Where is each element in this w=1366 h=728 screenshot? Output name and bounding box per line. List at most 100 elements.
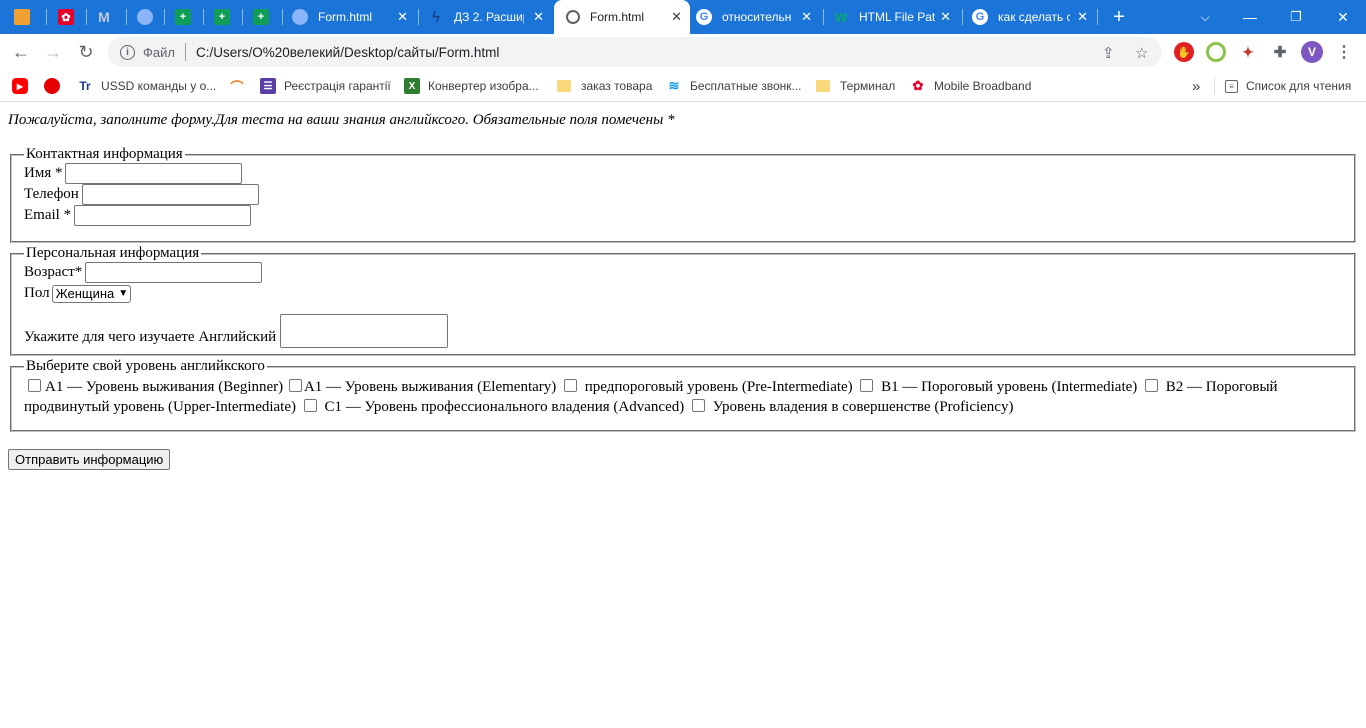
reading-list-label: Список для чтения — [1246, 79, 1352, 93]
page-content: Пожалуйста, заполните форму.Для теста на… — [0, 103, 1366, 728]
close-icon[interactable]: ✕ — [1077, 9, 1088, 25]
close-icon[interactable]: ✕ — [397, 9, 408, 25]
lightning-favicon-icon: ϟ — [432, 8, 440, 26]
bookmark-warranty[interactable]: ☰ Реєстрація гарантії — [260, 76, 391, 96]
plus-green-favicon-icon: + — [214, 9, 230, 25]
youtube-icon: ▶ — [12, 78, 28, 94]
close-icon[interactable]: ✕ — [940, 9, 951, 25]
level-checkbox[interactable] — [1145, 379, 1159, 392]
google-favicon-icon: G — [972, 9, 988, 25]
gmail-favicon-icon: M — [98, 9, 110, 25]
x-converter-icon: X — [404, 78, 420, 94]
tab-w3schools[interactable]: W HTML File Pat ✕ — [833, 0, 959, 34]
reading-list[interactable]: ≡ Список для чтения — [1225, 76, 1351, 96]
level-checkbox[interactable] — [303, 399, 317, 412]
name-input[interactable] — [65, 163, 243, 184]
name-row: Имя * — [24, 163, 1342, 184]
level-checkbox[interactable] — [288, 379, 302, 392]
bookmark-mobile-broadband[interactable]: ✿ Mobile Broadband — [910, 76, 1032, 96]
purpose-textarea[interactable] — [280, 314, 449, 348]
age-label: Возраст* — [24, 264, 83, 280]
star-icon[interactable]: ☆ — [1135, 44, 1148, 62]
google-favicon-icon: G — [696, 9, 712, 25]
submit-button[interactable]: Отправить информацию — [8, 449, 171, 470]
level-checkbox[interactable] — [28, 379, 41, 392]
bookmark-ussd[interactable]: Tr USSD команды у о... — [77, 76, 216, 96]
adblock-extension-icon[interactable]: ✋ — [1174, 42, 1194, 62]
profile-avatar[interactable]: V — [1301, 41, 1323, 63]
close-icon[interactable]: ✕ — [801, 9, 812, 25]
tab-search-chevron-icon[interactable]: ⌵ — [1182, 0, 1228, 34]
bookmark-label: Mobile Broadband — [934, 79, 1032, 93]
purpose-label: Укажите для чего изучаете Английский — [24, 329, 277, 345]
tab-title: как сделать с — [998, 10, 1070, 24]
levels-fieldset: Выберите свой уровень английкского А1 — … — [10, 358, 1356, 432]
tab-pinned-6[interactable]: + — [214, 0, 244, 34]
tab-pinned-3[interactable]: M — [96, 0, 126, 34]
share-icon[interactable]: ⇪ — [1102, 44, 1115, 62]
w3schools-favicon-icon: W — [834, 9, 848, 25]
tab-form-1[interactable]: Form.html ✕ — [292, 0, 416, 34]
forward-arrow-icon[interactable]: → — [40, 39, 66, 65]
tab-google-2[interactable]: G как сделать с ✕ — [972, 0, 1096, 34]
tab-title: HTML File Pat — [859, 10, 935, 24]
email-row: Email * — [24, 205, 1342, 226]
back-arrow-icon[interactable]: ← — [8, 39, 34, 65]
bookmark-order[interactable]: заказ товара — [557, 76, 652, 96]
more-bookmarks-chevron-icon[interactable]: » — [1192, 76, 1200, 96]
tab-google-1[interactable]: G относительн ✕ — [696, 0, 820, 34]
minimize-button[interactable]: — — [1227, 0, 1273, 34]
tab-title: ДЗ 2. Расшир — [454, 10, 524, 24]
folder-icon — [557, 80, 571, 92]
restore-button[interactable]: ❐ — [1273, 0, 1319, 34]
plus-green-favicon-icon: + — [253, 9, 269, 25]
url-text[interactable]: C:/Users/O%20велекий/Desktop/сайты/Form.… — [196, 45, 499, 60]
list-icon: ☰ — [260, 78, 276, 94]
bookmark-terminal[interactable]: Терминал — [816, 76, 895, 96]
close-icon[interactable]: ✕ — [533, 9, 544, 25]
phone-label: Телефон — [24, 186, 79, 202]
level-label: В1 — Пороговый уровень (Intermediate) — [881, 379, 1138, 395]
age-input[interactable] — [85, 262, 263, 283]
email-input[interactable] — [74, 205, 252, 226]
info-icon[interactable]: i — [120, 44, 135, 60]
bookmark-label: Реєстрація гарантії — [284, 79, 391, 93]
bookmark-vodafone[interactable] — [44, 76, 68, 96]
tab-pinned-5[interactable]: + — [175, 0, 205, 34]
phone-input[interactable] — [81, 184, 259, 205]
gender-select[interactable]: Женщина ▼ — [51, 284, 132, 303]
new-tab-button[interactable]: + — [1096, 0, 1142, 34]
bookmark-label: USSD команды у о... — [101, 79, 217, 93]
level-checkbox[interactable] — [691, 399, 705, 412]
close-window-button[interactable]: ✕ — [1320, 0, 1366, 34]
reload-icon[interactable]: ↻ — [73, 39, 99, 65]
level-checkbox[interactable] — [564, 379, 578, 392]
tab-pinned-4[interactable] — [137, 0, 167, 34]
level-label: С1 — Уровень профессионального владения … — [324, 399, 685, 415]
ninja-extension-icon[interactable]: ✦ — [1238, 42, 1258, 62]
tab-title: Form.html — [590, 10, 644, 24]
extensions-puzzle-icon[interactable]: ✚ — [1270, 42, 1290, 62]
address-bar[interactable]: i Файл C:/Users/O%20велекий/Desktop/сайт… — [108, 37, 1162, 67]
tab-pinned-2[interactable]: ✿ — [58, 0, 88, 34]
tab-dz2[interactable]: ϟ ДЗ 2. Расшир ✕ — [428, 0, 552, 34]
bookmark-label: Бесплатные звонк... — [690, 79, 802, 93]
tab-form-active[interactable]: Form.html ✕ — [554, 0, 690, 34]
tab-pinned-7[interactable]: + — [253, 0, 283, 34]
contact-legend: Контактная информация — [26, 146, 183, 162]
gender-select-value: Женщина — [55, 286, 115, 301]
tab-pinned-1[interactable] — [14, 0, 44, 34]
bookmark-rainbow[interactable]: ⌒ — [229, 76, 253, 96]
email-label: Email * — [24, 207, 72, 223]
level-label: Уровень владения в совершенстве (Profici… — [712, 399, 1014, 415]
level-checkbox[interactable] — [860, 379, 874, 392]
menu-kebab-icon[interactable]: ⋮ — [1334, 42, 1354, 62]
chevron-down-icon: ▼ — [118, 288, 129, 299]
levels-list: А1 — Уровень выживания (Beginner) А1 — У… — [24, 375, 1342, 423]
chromatic-extension-icon[interactable] — [1206, 42, 1226, 62]
bookmark-youtube[interactable]: ▶ — [12, 76, 36, 96]
bookmark-free-calls[interactable]: ≋ Бесплатные звонк... — [666, 76, 802, 96]
bookmark-label: Терминал — [840, 79, 896, 93]
close-icon[interactable]: ✕ — [671, 9, 682, 25]
bookmark-converter[interactable]: X Конвертер изобра... — [404, 76, 539, 96]
